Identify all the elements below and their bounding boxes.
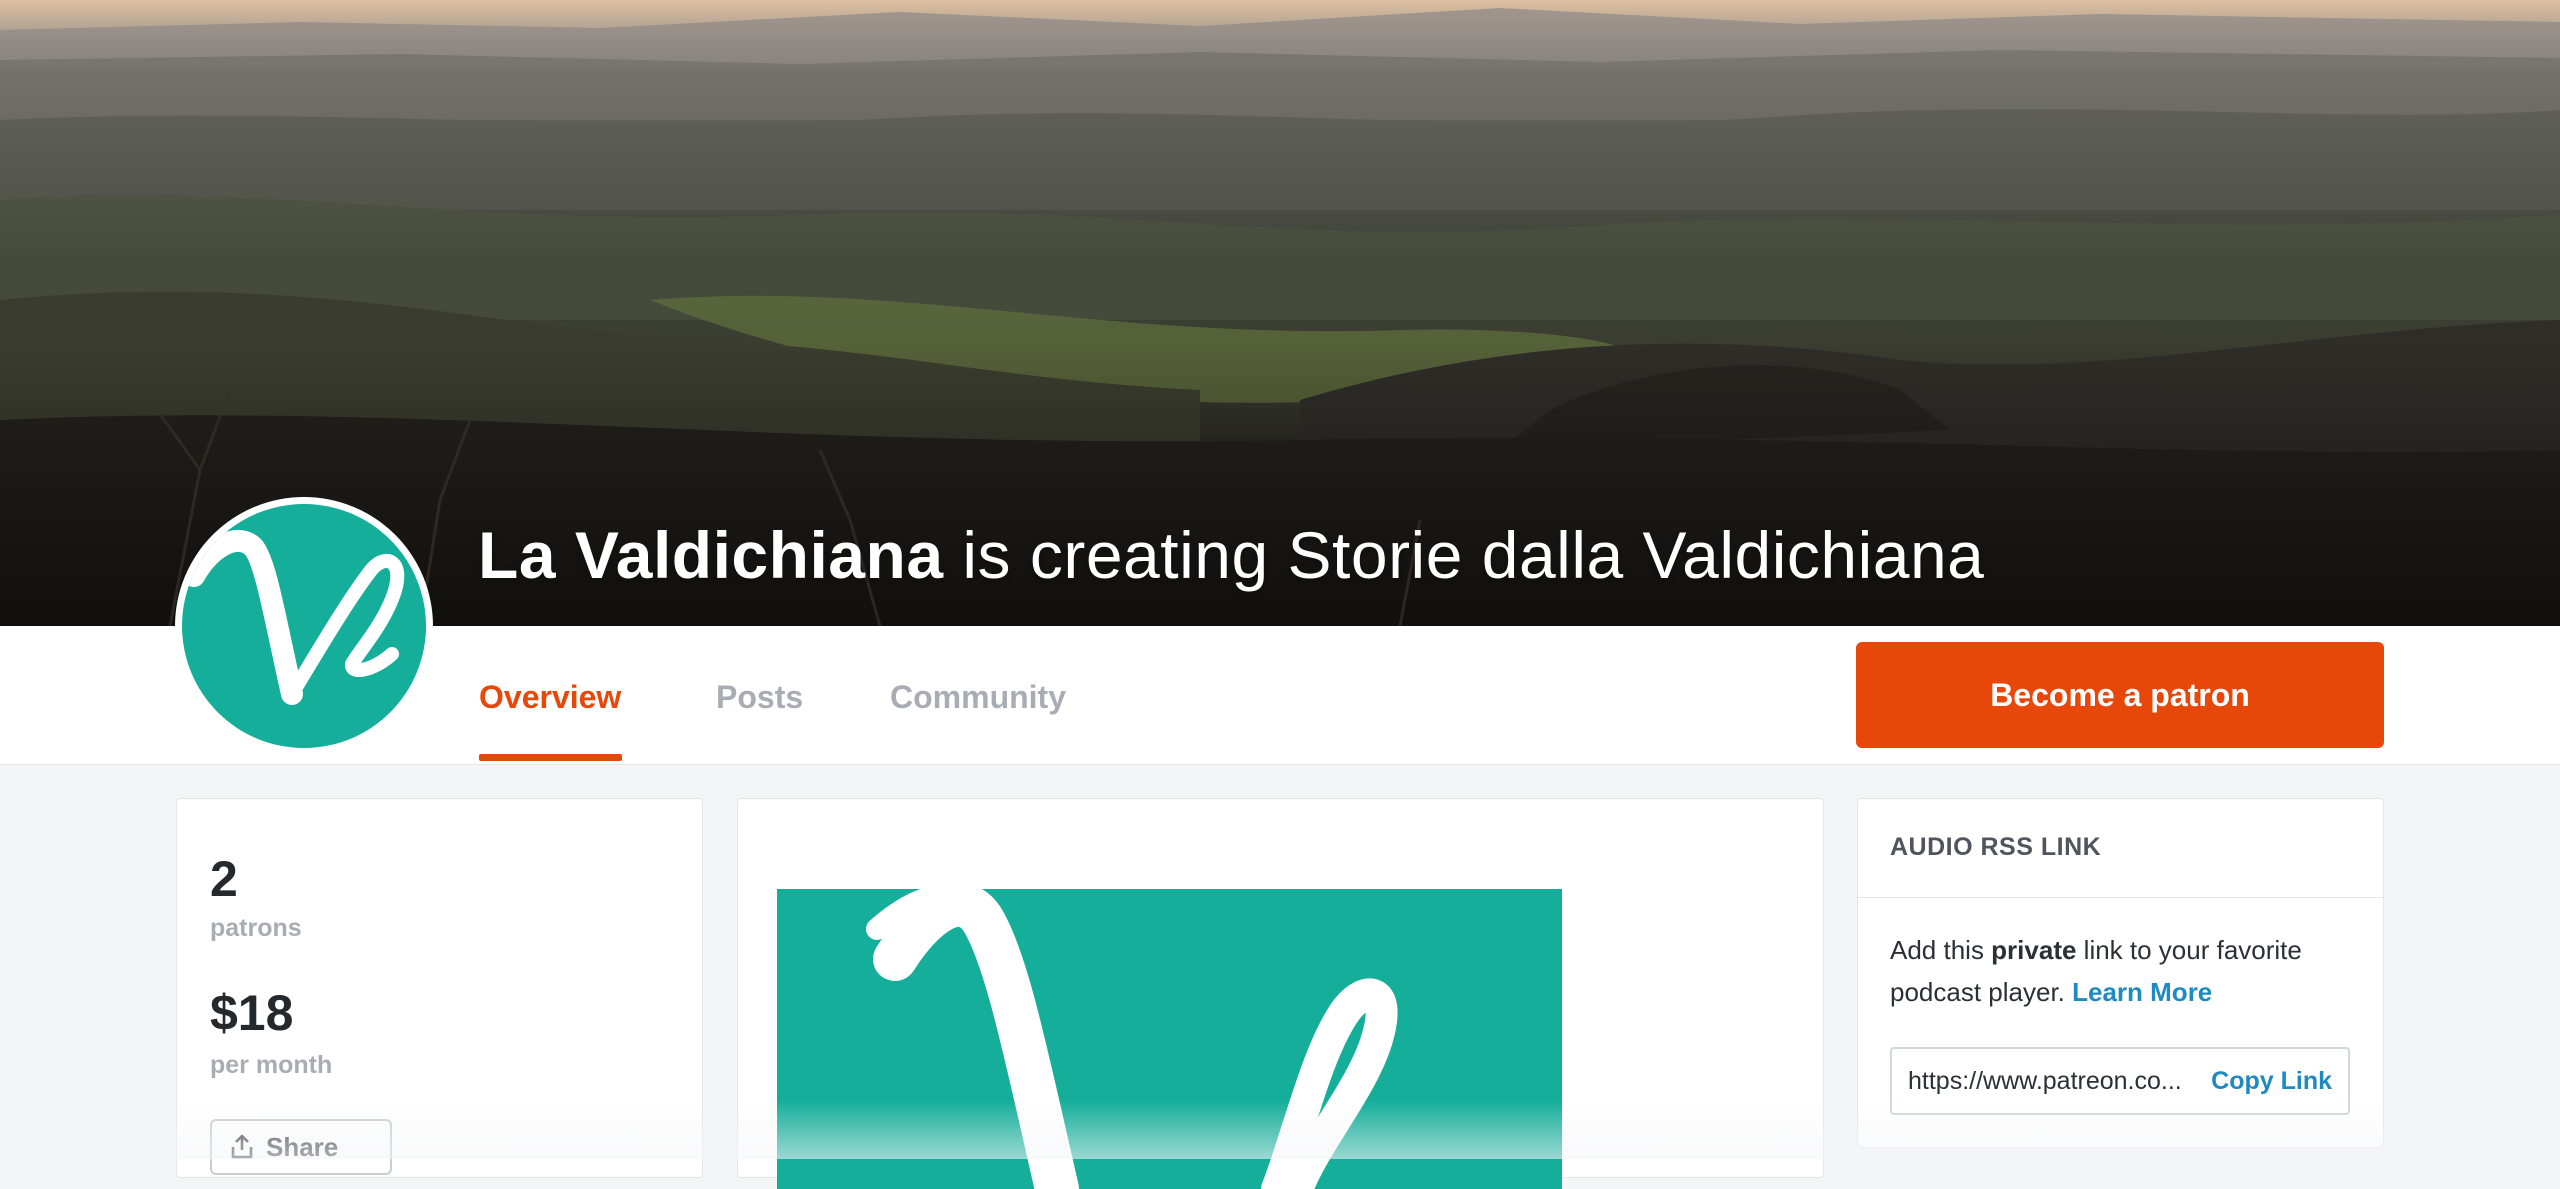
page-title: La Valdichiana is creating Storie dalla … [478, 515, 1984, 595]
rss-card-header: AUDIO RSS LINK [1858, 799, 2383, 898]
rss-text-before: Add this [1890, 935, 1992, 965]
rss-link-field[interactable]: https://www.patreon.co... Copy Link [1890, 1047, 2350, 1115]
become-patron-button[interactable]: Become a patron [1856, 642, 2384, 748]
valdichiana-large-logo-icon [866, 889, 1398, 1189]
audio-rss-card: AUDIO RSS LINK Add this private link to … [1857, 798, 2384, 1148]
creating-text: is creating Storie dalla Valdichiana [943, 518, 1985, 592]
tab-community[interactable]: Community [890, 675, 1066, 719]
rss-card-title: AUDIO RSS LINK [1890, 833, 2102, 861]
monthly-amount: $18 [210, 985, 294, 1041]
learn-more-link[interactable]: Learn More [2072, 977, 2212, 1007]
share-button[interactable]: Share [210, 1119, 392, 1175]
stats-card: 2 patrons $18 per month Share [176, 798, 703, 1178]
active-tab-indicator [479, 754, 622, 761]
valdichiana-logo-icon [182, 504, 426, 748]
rss-text-bold: private [1991, 935, 2077, 965]
rss-description: Add this private link to your favorite p… [1890, 929, 2350, 1013]
patron-label: patrons [210, 914, 302, 942]
patron-count: 2 [210, 851, 238, 907]
creator-avatar[interactable] [175, 497, 433, 755]
rss-url-value[interactable]: https://www.patreon.co... [1908, 1067, 2182, 1096]
share-icon [231, 1134, 253, 1159]
copy-link-button[interactable]: Copy Link [2211, 1067, 2332, 1096]
tab-overview[interactable]: Overview [479, 675, 621, 719]
share-label: Share [266, 1131, 339, 1162]
creator-name: La Valdichiana [478, 518, 944, 592]
featured-logo-image[interactable] [777, 889, 1562, 1189]
monthly-amount-label: per month [210, 1051, 333, 1079]
featured-media-card [737, 798, 1824, 1189]
tab-posts[interactable]: Posts [716, 675, 803, 719]
